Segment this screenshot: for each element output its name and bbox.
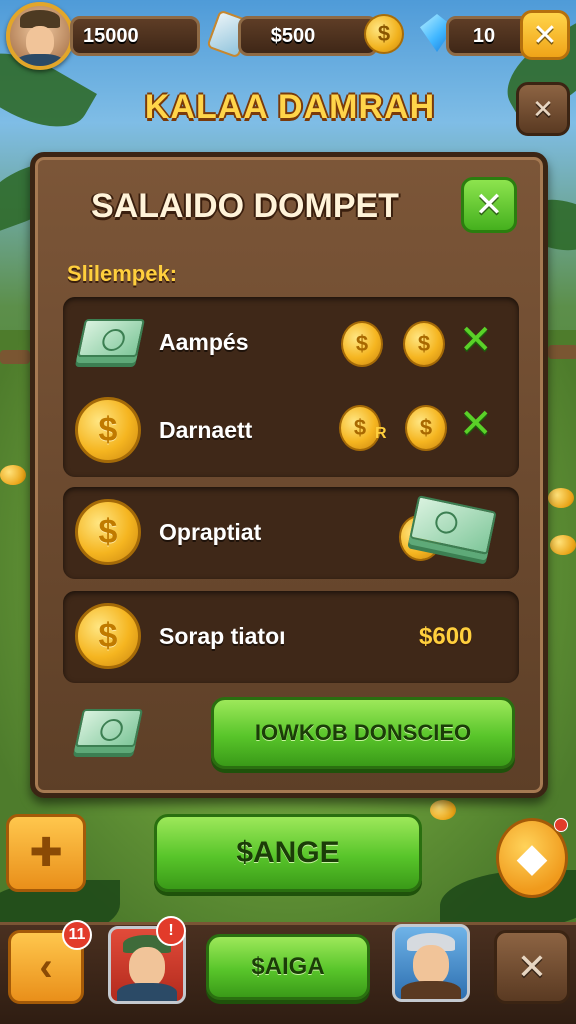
- row-x-mark-icon[interactable]: ✕: [459, 317, 493, 363]
- ground-coin-decor: [550, 535, 576, 555]
- dock-center-button[interactable]: $AIGA: [206, 934, 370, 1000]
- coin-icon: $: [341, 321, 383, 367]
- list-item[interactable]: $ Opraptiat: [63, 493, 519, 573]
- main-action-button[interactable]: $ANGE: [154, 814, 422, 892]
- fence-decor: [548, 345, 576, 359]
- player-avatar[interactable]: [6, 2, 74, 70]
- back-badge: 11: [62, 920, 92, 950]
- cash-value: $500: [270, 24, 316, 47]
- screen-title: KALAA DAMRAH: [144, 88, 436, 126]
- panel-close-button[interactable]: ✕: [461, 177, 517, 233]
- coins-counter: 15000: [70, 16, 200, 56]
- currency-group: $ Sorap tiatoı $600: [63, 591, 519, 683]
- close-icon: ✕: [516, 946, 548, 987]
- row-label: Sorap tiatoı: [159, 623, 286, 649]
- panel-subtitle: Slilempek:: [67, 261, 178, 286]
- cash-stack-icon: [74, 709, 144, 747]
- gems-counter: 10: [446, 16, 530, 56]
- list-item[interactable]: Aampés $ $ ✕: [63, 303, 519, 383]
- close-icon: ✕: [474, 186, 504, 224]
- close-icon: ✕: [532, 93, 554, 124]
- coins-value: 15000: [83, 24, 139, 47]
- add-button[interactable]: ✚: [6, 814, 86, 892]
- currency-group: Aampés $ $ ✕ $ Darnaett $ R $ ✕: [63, 297, 519, 477]
- cash-counter: $500: [238, 16, 378, 56]
- gold-coin-icon: $: [75, 603, 141, 669]
- dock-close-button[interactable]: ✕: [494, 930, 570, 1004]
- close-icon: ✕: [532, 18, 558, 52]
- coin-icon: $: [403, 321, 445, 367]
- list-item[interactable]: $ Sorap tiatoı $600: [63, 597, 519, 677]
- ground-coin-decor: [0, 465, 26, 485]
- row-label: Opraptiat: [159, 519, 262, 545]
- fence-decor: [0, 350, 30, 364]
- top-close-button[interactable]: ✕: [520, 10, 570, 60]
- wallet-panel: SALAIDO DOMPET ✕ Slilempek: Aampés $ $ ✕…: [30, 152, 548, 798]
- ground-coin-decor: [548, 488, 574, 508]
- row-value: $600: [419, 623, 473, 650]
- panel-title: SALAIDO DOMPET: [91, 187, 399, 225]
- back-arrow-icon: ‹: [39, 944, 53, 989]
- coin-suffix-label: R: [375, 425, 387, 442]
- cash-stack-icon: [76, 319, 146, 357]
- gold-coin-icon: $: [75, 397, 141, 463]
- top-resource-bar: 15000 $500 $ 10 ✕: [0, 0, 576, 72]
- secondary-close-button[interactable]: ✕: [516, 82, 570, 136]
- list-item[interactable]: $ Darnaett $ R $ ✕: [63, 391, 519, 471]
- gems-value: 10: [472, 24, 496, 47]
- portrait-badge: !: [156, 916, 186, 946]
- diamond-arrow-icon: ◆: [516, 836, 548, 880]
- gold-coin-add-icon[interactable]: $: [364, 14, 404, 54]
- currency-group: $ Opraptiat: [63, 487, 519, 579]
- plus-icon: ✚: [29, 831, 63, 875]
- gold-coin-icon: $: [75, 499, 141, 565]
- row-x-mark-icon[interactable]: ✕: [459, 401, 493, 447]
- ground-coin-decor: [430, 800, 456, 820]
- row-label: Darnaett: [159, 417, 253, 443]
- notification-dot: [554, 818, 568, 832]
- panel-action-button[interactable]: IOWKOB DONSCIEO: [211, 697, 515, 769]
- character-portrait[interactable]: [392, 924, 470, 1002]
- coin-icon: $: [405, 405, 447, 451]
- row-label: Aampés: [159, 329, 249, 355]
